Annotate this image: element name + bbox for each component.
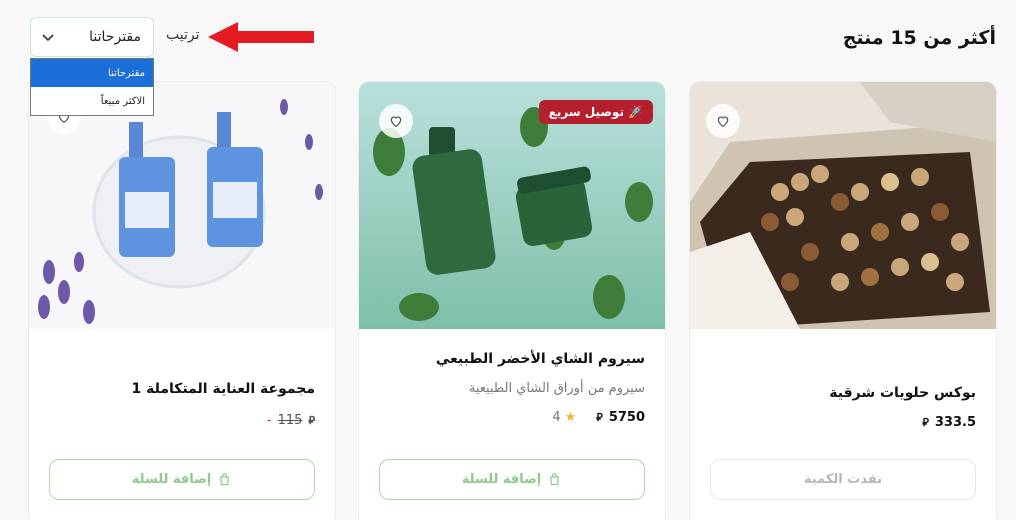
product-image[interactable] (29, 82, 335, 329)
fast-delivery-badge: 🚀 توصيل سريع (538, 100, 653, 124)
product-name[interactable]: سيروم الشاي الأخضر الطبيعي (379, 351, 645, 367)
product-name[interactable]: بوكس حلويات شرقية (710, 385, 976, 401)
product-info: مجموعة العناية المتكاملة 1 ⃁ 115 - (29, 329, 335, 428)
price-row: ⃁ 115 - (49, 413, 315, 428)
sort-option-best-selling[interactable]: الاكثر مبيعاً (31, 87, 153, 115)
add-to-cart-button[interactable]: إضافة للسلة (49, 459, 315, 500)
price-row: 333.5 ⃁ (710, 415, 976, 430)
product-name[interactable]: مجموعة العناية المتكاملة 1 (49, 381, 315, 397)
price-row: 5750 ⃁ ★ 4 (379, 410, 645, 425)
rating: ★ 4 (552, 410, 576, 425)
product-count-title: أكثر من 15 منتج (842, 27, 996, 49)
riyal-icon: ⃁ (922, 415, 929, 429)
sort-dropdown: مقترحاتنا الاكثر مبيعاً (30, 58, 154, 116)
bag-icon (220, 473, 230, 486)
price-dash: - (266, 413, 272, 428)
sort-select[interactable]: مقترحاتنا (30, 17, 154, 57)
product-card[interactable]: بوكس حلويات شرقية 333.5 ⃁ نفدت الكمية (690, 82, 996, 520)
star-icon: ★ (564, 410, 577, 425)
product-info: سيروم الشاي الأخضر الطبيعي سيروم من أورا… (359, 329, 665, 425)
product-info: بوكس حلويات شرقية 333.5 ⃁ (690, 329, 996, 430)
product-card[interactable]: 🚀 توصيل سريع سيروم الشاي الأخضر الطبيعي … (359, 82, 665, 520)
product-image[interactable] (690, 82, 996, 329)
product-description: سيروم من أوراق الشاي الطبيعية (468, 381, 645, 396)
riyal-icon: ⃁ (596, 410, 603, 424)
product-card[interactable]: مجموعة العناية المتكاملة 1 ⃁ 115 - إضافة… (29, 82, 335, 520)
arrow-left-icon (208, 22, 314, 52)
out-of-stock-button[interactable]: نفدت الكمية (710, 459, 976, 500)
product-image[interactable]: 🚀 توصيل سريع (359, 82, 665, 329)
product-price: 333.5 (934, 415, 976, 430)
add-to-cart-button[interactable]: إضافة للسلة (379, 459, 645, 500)
riyal-icon: ⃁ (308, 413, 315, 427)
product-price: 5750 (608, 410, 645, 425)
chevron-down-icon (42, 34, 54, 42)
sort-selected-value: مقترحاتنا (89, 29, 141, 45)
heart-icon (390, 116, 402, 128)
sort-option-suggested[interactable]: مقترحاتنا (31, 59, 153, 87)
sort-label: ترتيب (166, 27, 200, 43)
badge-label: توصيل سريع (548, 105, 625, 119)
rocket-icon: 🚀 (628, 105, 643, 119)
add-to-cart-label: إضافة للسلة (131, 472, 212, 487)
bag-icon (550, 473, 560, 486)
rating-value: 4 (552, 410, 561, 425)
old-price: 115 (277, 413, 303, 428)
favorite-button[interactable] (706, 104, 740, 138)
favorite-button[interactable] (379, 104, 413, 138)
product-listing-page: أكثر من 15 منتج ترتيب مقترحاتنا مقترحاتن… (0, 0, 1016, 520)
add-to-cart-label: إضافة للسلة (461, 472, 542, 487)
heart-icon (717, 116, 729, 128)
